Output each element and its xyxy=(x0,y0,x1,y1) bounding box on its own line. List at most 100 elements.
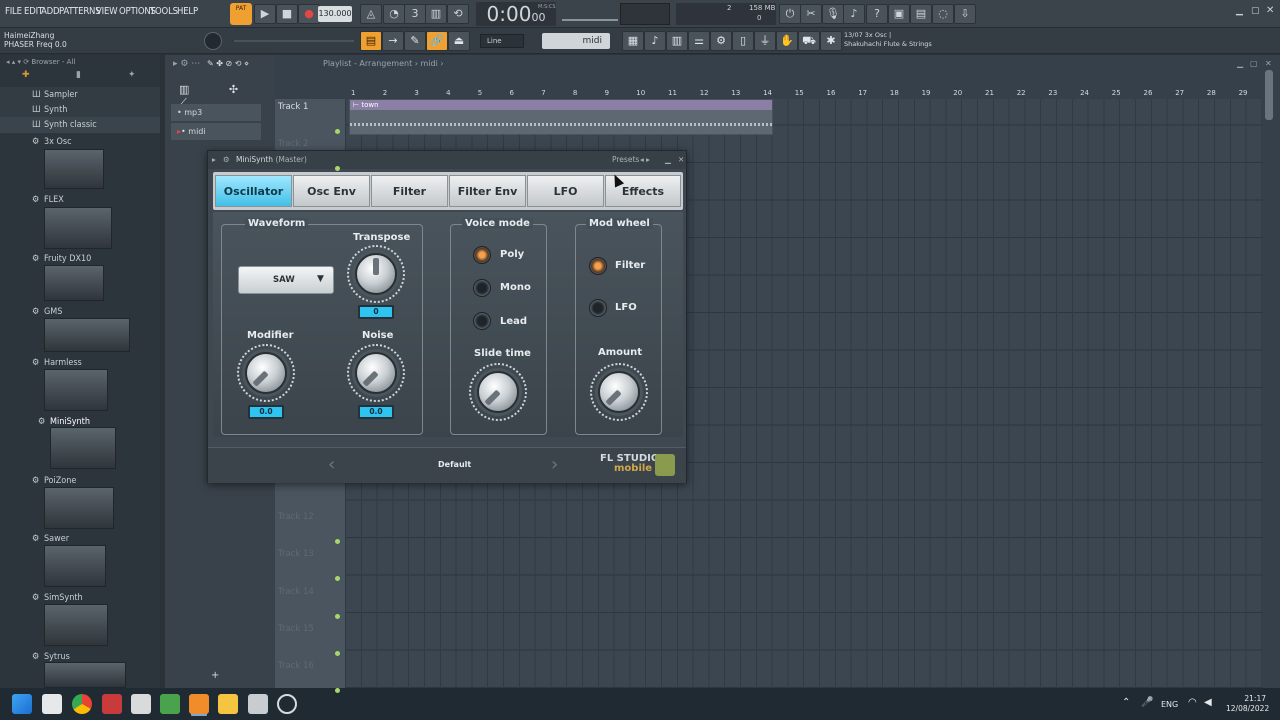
track-label[interactable]: Track 15 xyxy=(278,624,314,634)
minimize-window-icon[interactable]: ▁ xyxy=(1236,6,1243,16)
minisynth-titlebar[interactable]: ▸ ⚙ MiniSynth (Master) Presets ◂ ▸ ▁ ✕ xyxy=(208,151,686,169)
app-icon-green[interactable] xyxy=(160,694,180,714)
noise-knob[interactable] xyxy=(355,352,397,394)
draw-icon[interactable]: ✎ xyxy=(404,31,426,51)
cut-icon[interactable]: ✂ xyxy=(800,4,822,24)
stop-button[interactable]: ■ xyxy=(276,4,298,24)
arrow-right-icon[interactable]: → xyxy=(382,31,404,51)
menu-file[interactable]: FILE xyxy=(5,6,22,17)
close-icon[interactable]: ✕ xyxy=(678,151,684,169)
play-button[interactable]: ▶ xyxy=(254,4,276,24)
channel-item-mp3[interactable]: • mp3 xyxy=(171,104,261,121)
modwheel-lfo-radio[interactable] xyxy=(589,299,607,317)
tab-osc-env[interactable]: Osc Env xyxy=(293,175,370,207)
track-led[interactable] xyxy=(335,129,340,134)
microphone-icon[interactable]: 🎙 xyxy=(822,4,844,24)
file-explorer-icon[interactable] xyxy=(218,694,238,714)
wifi-icon[interactable]: ◠ xyxy=(1188,697,1197,708)
browser-item-sampler[interactable]: Ш Sampler xyxy=(0,87,160,103)
menu-add[interactable]: ADD xyxy=(41,6,60,17)
wait-for-input-button[interactable]: ◔ xyxy=(383,4,405,24)
tray-mic-icon[interactable]: 🎤 xyxy=(1141,697,1153,708)
track-label[interactable]: Track 13 xyxy=(278,549,314,559)
loop-record-button[interactable]: ⟲ xyxy=(447,4,469,24)
chat-icon[interactable]: ◌ xyxy=(932,4,954,24)
voice-poly-radio[interactable] xyxy=(473,246,491,264)
track-label[interactable]: Track 16 xyxy=(278,661,314,671)
preset-next-icon[interactable]: › xyxy=(551,454,558,475)
track-label[interactable]: Track 1 xyxy=(278,102,308,112)
countdown-button[interactable]: 3 xyxy=(404,4,426,24)
step-edit-button[interactable]: ▥ xyxy=(425,4,447,24)
window-gear-icon[interactable]: ⚙ xyxy=(223,151,230,169)
track-led[interactable] xyxy=(335,614,340,619)
browser-item-3x-osc[interactable]: ⚙ 3x Osc xyxy=(0,134,160,150)
tab-oscillator[interactable]: Oscillator xyxy=(215,175,292,207)
language-indicator[interactable]: ENG xyxy=(1161,700,1178,709)
save-icon[interactable]: ▣ xyxy=(888,4,910,24)
snap-select[interactable]: Line xyxy=(480,34,524,48)
hand-icon[interactable]: ✋ xyxy=(776,31,798,51)
pat-song-toggle[interactable]: PAT xyxy=(230,3,252,25)
maximize-window-icon[interactable]: ▢ xyxy=(1251,6,1260,16)
slide-time-knob[interactable] xyxy=(477,371,519,413)
plugin-thumbnail[interactable] xyxy=(44,662,126,688)
app-icon-red[interactable] xyxy=(102,694,122,714)
playlist-scrollbar[interactable] xyxy=(1265,70,1273,120)
transpose-knob[interactable] xyxy=(355,253,397,295)
add-channel-button[interactable]: + xyxy=(211,670,219,681)
app-icon-circle[interactable] xyxy=(277,694,297,714)
gear-icon[interactable]: ✱ xyxy=(820,31,842,51)
help-icon[interactable]: ? xyxy=(866,4,888,24)
audio-clip[interactable]: ⊢ town xyxy=(349,99,773,135)
track-label[interactable]: Track 12 xyxy=(278,512,314,522)
plugin-thumbnail[interactable] xyxy=(50,427,116,469)
pattern-selector[interactable]: midi xyxy=(542,33,610,49)
download-icon[interactable]: ⇩ xyxy=(954,4,976,24)
voice-lead-radio[interactable] xyxy=(473,312,491,330)
chart-icon[interactable]: ▤ xyxy=(910,4,932,24)
browser-item-synth[interactable]: Ш Synth xyxy=(0,102,160,118)
plugin-thumbnail[interactable] xyxy=(44,604,108,646)
tab-filter-env[interactable]: Filter Env xyxy=(449,175,526,207)
tab-filter[interactable]: Filter xyxy=(371,175,448,207)
volume-icon[interactable]: ◀ xyxy=(1204,697,1212,708)
stamp-icon[interactable]: ⏏ xyxy=(448,31,470,51)
close-window-icon[interactable]: ✕ xyxy=(1266,5,1274,16)
amount-knob[interactable] xyxy=(598,371,640,413)
master-pitch-knob[interactable] xyxy=(204,32,222,50)
playlist-minimize-icon[interactable]: ▁ xyxy=(1237,55,1243,73)
plugin-thumbnail[interactable] xyxy=(44,318,130,352)
plug-icon[interactable]: ⏚ xyxy=(754,31,776,51)
browser-star-icon[interactable]: ✦ xyxy=(128,70,136,80)
power-icon[interactable]: ⏻ xyxy=(779,4,801,24)
browser-add-icon[interactable]: ✚ xyxy=(22,70,30,80)
master-volume-slider[interactable] xyxy=(562,7,618,21)
tray-chevron-icon[interactable]: ⌃ xyxy=(1122,697,1130,708)
tab-lfo[interactable]: LFO xyxy=(527,175,604,207)
track-led[interactable] xyxy=(335,539,340,544)
menu-tools[interactable]: TOOLS xyxy=(150,6,178,17)
menu-help[interactable]: HELP xyxy=(177,6,198,17)
file-icon[interactable]: ▯ xyxy=(732,31,754,51)
piano-roll-icon[interactable]: ♪ xyxy=(644,31,666,51)
menu-patterns[interactable]: PATTERNS xyxy=(59,6,101,17)
track-led[interactable] xyxy=(335,166,340,171)
channel-item-midi[interactable]: ▸• midi xyxy=(171,123,261,140)
chrome-icon[interactable] xyxy=(72,694,92,714)
app-icon-wolf[interactable] xyxy=(248,694,268,714)
clock[interactable]: 21:17 12/08/2022 xyxy=(1226,694,1269,714)
browser-item-synth-classic[interactable]: Ш Synth classic xyxy=(0,117,160,133)
timeline-ruler[interactable]: 1 2 3 4 5 6 7 8 9 10 11 12 13 14 15 16 17 18 19 20 21 22 23 24 2… xyxy=(351,89,1261,99)
transpose-value[interactable]: 0 xyxy=(358,305,394,319)
browser-file-icon[interactable]: ▮ xyxy=(76,70,81,80)
preset-nav-icon[interactable]: ◂ ▸ xyxy=(640,151,650,169)
track-led[interactable] xyxy=(335,576,340,581)
plugin-thumbnail[interactable] xyxy=(44,487,114,529)
track-led[interactable] xyxy=(335,651,340,656)
browser-nav-icon[interactable]: ◂ ▴ ▾ ⟳ xyxy=(6,58,31,66)
pattern-mode-icon[interactable]: ▤ xyxy=(360,31,382,51)
audio-icon[interactable]: ♪ xyxy=(843,4,865,24)
channel-rack-icon[interactable]: ▥ xyxy=(666,31,688,51)
playlist-tool-icons[interactable]: ✎ ✤ ⊘ ⟲ ⋄ xyxy=(207,55,249,73)
